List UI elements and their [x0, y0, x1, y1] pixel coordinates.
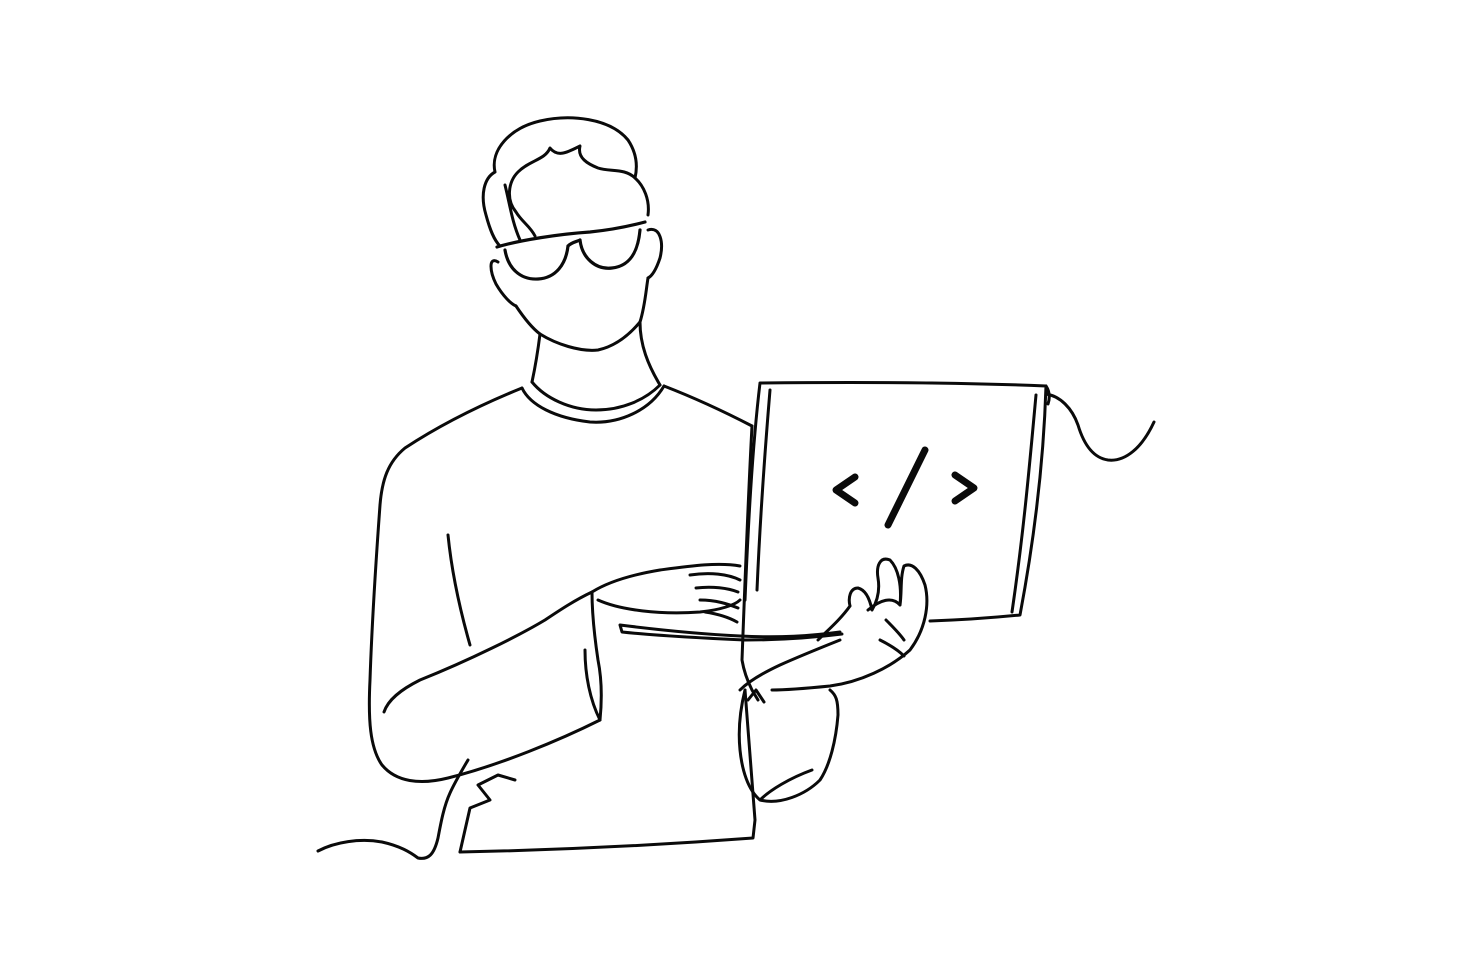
neck [530, 320, 662, 387]
right-ear [646, 227, 663, 280]
torso-outline [458, 688, 757, 854]
left-shoulder-arm [367, 386, 602, 784]
code-brackets-icon [832, 446, 978, 529]
left-sleeve-cuff [382, 590, 603, 722]
right-angle-bracket [951, 471, 978, 505]
collar [520, 380, 666, 424]
left-angle-bracket [832, 473, 859, 507]
slash [884, 446, 929, 529]
line-art-illustration [316, 116, 1156, 860]
torso-left-zigzag [458, 773, 517, 854]
support-hand [738, 557, 929, 692]
face-outline [514, 276, 650, 352]
illustration-canvas [0, 0, 1470, 980]
typing-hand [590, 562, 742, 624]
right-shoulder [662, 384, 754, 428]
sunglasses [495, 220, 647, 281]
cable-tail [1044, 392, 1156, 462]
laptop-base [618, 623, 844, 642]
right-sleeve [737, 424, 840, 803]
